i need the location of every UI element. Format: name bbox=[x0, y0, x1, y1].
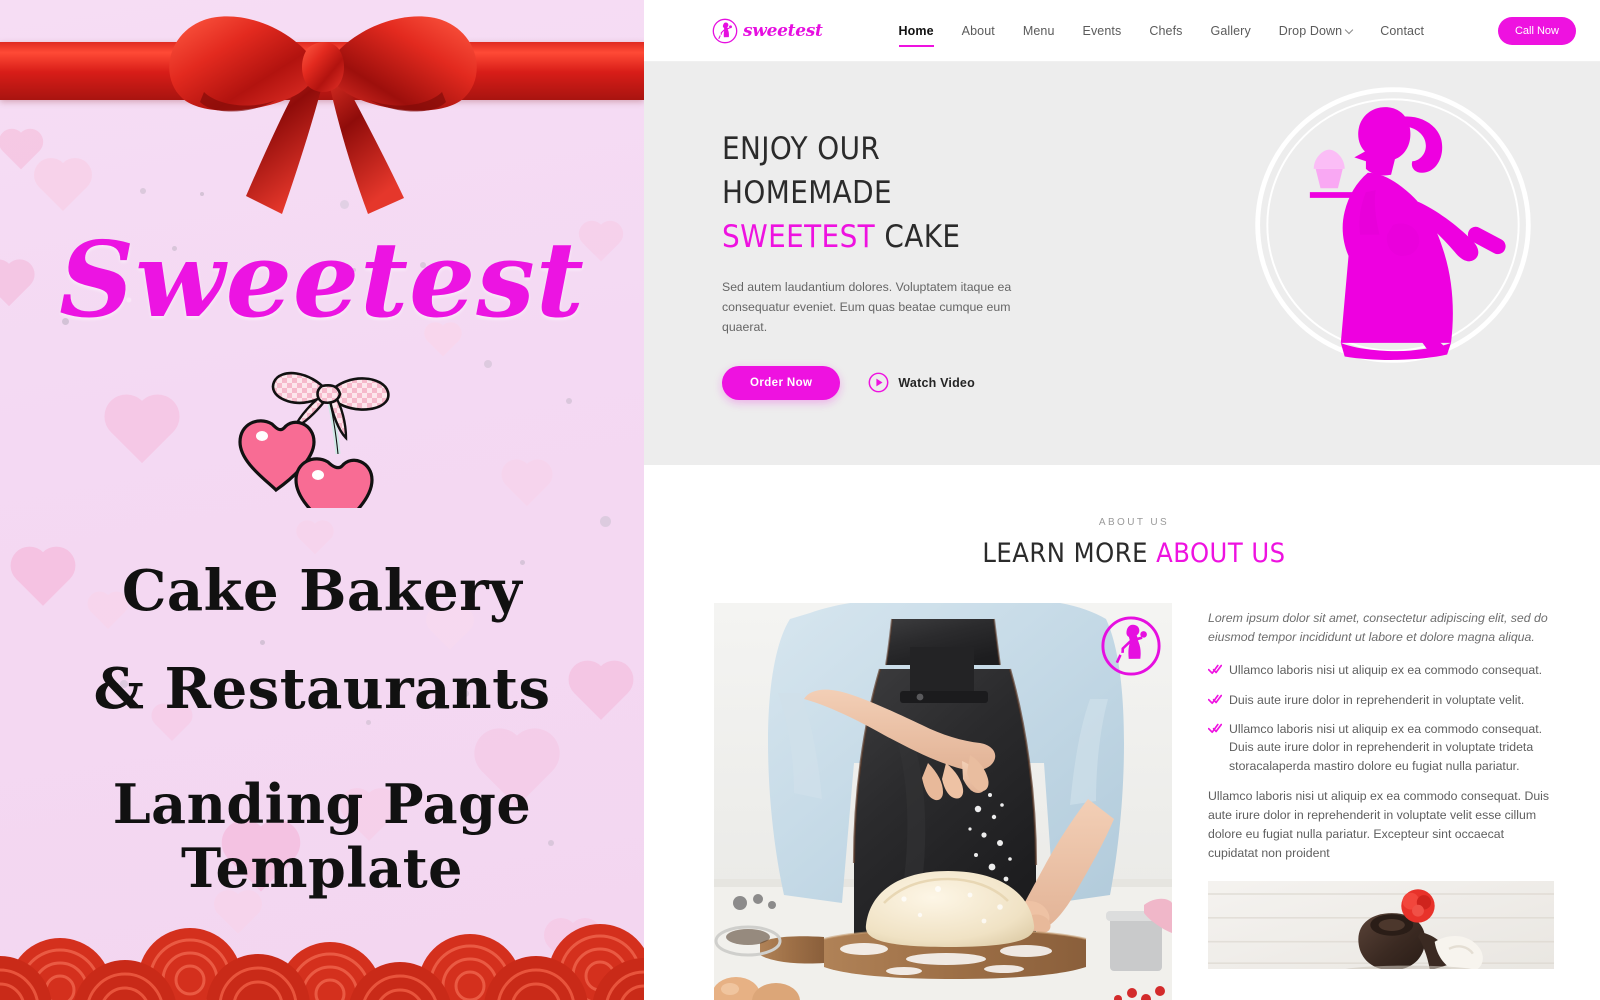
poster-line-1: Cake Bakery bbox=[121, 558, 523, 624]
poster-panel: Sweetest Cake Bakery & Restaurants Landi… bbox=[0, 0, 644, 1000]
dessert-thumbnail bbox=[1208, 881, 1554, 970]
list-item: Ullamco laboris nisi ut aliquip ex ea co… bbox=[1208, 720, 1554, 775]
ribbon-bow-icon bbox=[169, 16, 477, 214]
about-title-accent: About Us bbox=[1156, 538, 1286, 569]
about-title: Learn More About Us bbox=[714, 538, 1554, 569]
nav-label: Contact bbox=[1380, 23, 1425, 38]
hero-heading-rest: Cake bbox=[884, 219, 961, 256]
nav-item-dropdown[interactable]: Drop Down bbox=[1265, 20, 1366, 42]
about-text-column: Lorem ipsum dolor sit amet, consectetur … bbox=[1208, 603, 1554, 1000]
nav-label: Menu bbox=[1022, 23, 1055, 38]
navbar: sweetest Home About Menu Events Chefs Ga… bbox=[644, 0, 1600, 62]
scallop-decoration bbox=[0, 924, 644, 1000]
about-tail-paragraph: Ullamco laboris nisi ut aliquip ex ea co… bbox=[1208, 789, 1550, 861]
watch-video-label: Watch Video bbox=[898, 375, 975, 390]
nav-label: Gallery bbox=[1210, 23, 1251, 38]
double-check-icon bbox=[1208, 723, 1222, 734]
nav-links: Home About Menu Events Chefs Gallery Dro… bbox=[885, 20, 1438, 47]
hero-heading: Enjoy Our Homemade Sweetest Cake bbox=[722, 127, 1022, 259]
poster-line-2: & Restaurants bbox=[93, 656, 551, 722]
about-figure bbox=[714, 603, 1172, 1000]
heart-cherries-icon bbox=[238, 371, 390, 508]
hero-heading-line1: Enjoy Our Homemade bbox=[722, 131, 893, 212]
hero-heading-accent: Sweetest bbox=[722, 219, 876, 256]
about-title-plain: Learn More bbox=[982, 538, 1148, 569]
list-item-text: Ullamco laboris nisi ut aliquip ex ea co… bbox=[1229, 721, 1543, 773]
nav-item-home[interactable]: Home bbox=[885, 20, 948, 47]
chevron-down-icon bbox=[1344, 25, 1354, 34]
nav-label: About bbox=[961, 23, 995, 38]
about-eyebrow: About Us bbox=[1098, 517, 1170, 528]
nav-label: Chefs bbox=[1149, 23, 1183, 38]
list-item: Duis aute irure dolor in reprehenderit i… bbox=[1208, 691, 1554, 709]
nav-item-gallery[interactable]: Gallery bbox=[1197, 20, 1265, 42]
list-item-text: Ullamco laboris nisi ut aliquip ex ea co… bbox=[1229, 663, 1543, 678]
brand-logo[interactable]: sweetest bbox=[712, 18, 823, 44]
poster-title: Sweetest bbox=[59, 218, 585, 341]
baker-badge-icon bbox=[1101, 616, 1161, 676]
double-check-icon bbox=[1208, 664, 1222, 675]
hero-content: Enjoy Our Homemade Sweetest Cake Sed aut… bbox=[722, 127, 1022, 400]
call-now-button[interactable]: Call Now bbox=[1497, 16, 1576, 45]
list-item-text: Duis aute irure dolor in reprehenderit i… bbox=[1229, 692, 1525, 707]
double-check-icon bbox=[1208, 694, 1222, 704]
nav-item-events[interactable]: Events bbox=[1069, 20, 1136, 42]
nav-item-contact[interactable]: Contact bbox=[1366, 20, 1438, 42]
chocolate-dessert-photo bbox=[1208, 881, 1554, 970]
poster-line-3: Landing Page Template bbox=[112, 772, 532, 900]
about-feature-list: Ullamco laboris nisi ut aliquip ex ea co… bbox=[1208, 661, 1554, 775]
brand-name: sweetest bbox=[743, 20, 823, 41]
nav-item-about[interactable]: About bbox=[948, 20, 1009, 42]
list-item: Ullamco laboris nisi ut aliquip ex ea co… bbox=[1208, 661, 1554, 679]
hero-actions: Order Now Watch Video bbox=[722, 365, 1022, 400]
watch-video-button[interactable]: Watch Video bbox=[868, 372, 975, 393]
hero-section: Enjoy Our Homemade Sweetest Cake Sed aut… bbox=[644, 62, 1600, 465]
about-body: Lorem ipsum dolor sit amet, consectetur … bbox=[714, 603, 1554, 1000]
nav-label: Home bbox=[898, 23, 934, 38]
nav-item-menu[interactable]: Menu bbox=[1009, 20, 1069, 42]
nav-label: Events bbox=[1082, 23, 1122, 38]
nav-item-chefs[interactable]: Chefs bbox=[1135, 20, 1196, 42]
website-preview-panel: sweetest Home About Menu Events Chefs Ga… bbox=[644, 0, 1600, 1000]
hero-paragraph: Sed autem laudantium dolores. Voluptatem… bbox=[722, 280, 1012, 334]
play-circle-icon bbox=[868, 372, 889, 393]
baker-logo-icon bbox=[712, 18, 738, 43]
about-section: About Us Learn More About Us bbox=[644, 465, 1600, 1000]
baker-silhouette-illustration bbox=[1255, 87, 1531, 363]
nav-label: Drop Down bbox=[1278, 23, 1343, 38]
about-lead-paragraph: Lorem ipsum dolor sit amet, consectetur … bbox=[1208, 611, 1548, 645]
order-now-button[interactable]: Order Now bbox=[722, 365, 841, 400]
